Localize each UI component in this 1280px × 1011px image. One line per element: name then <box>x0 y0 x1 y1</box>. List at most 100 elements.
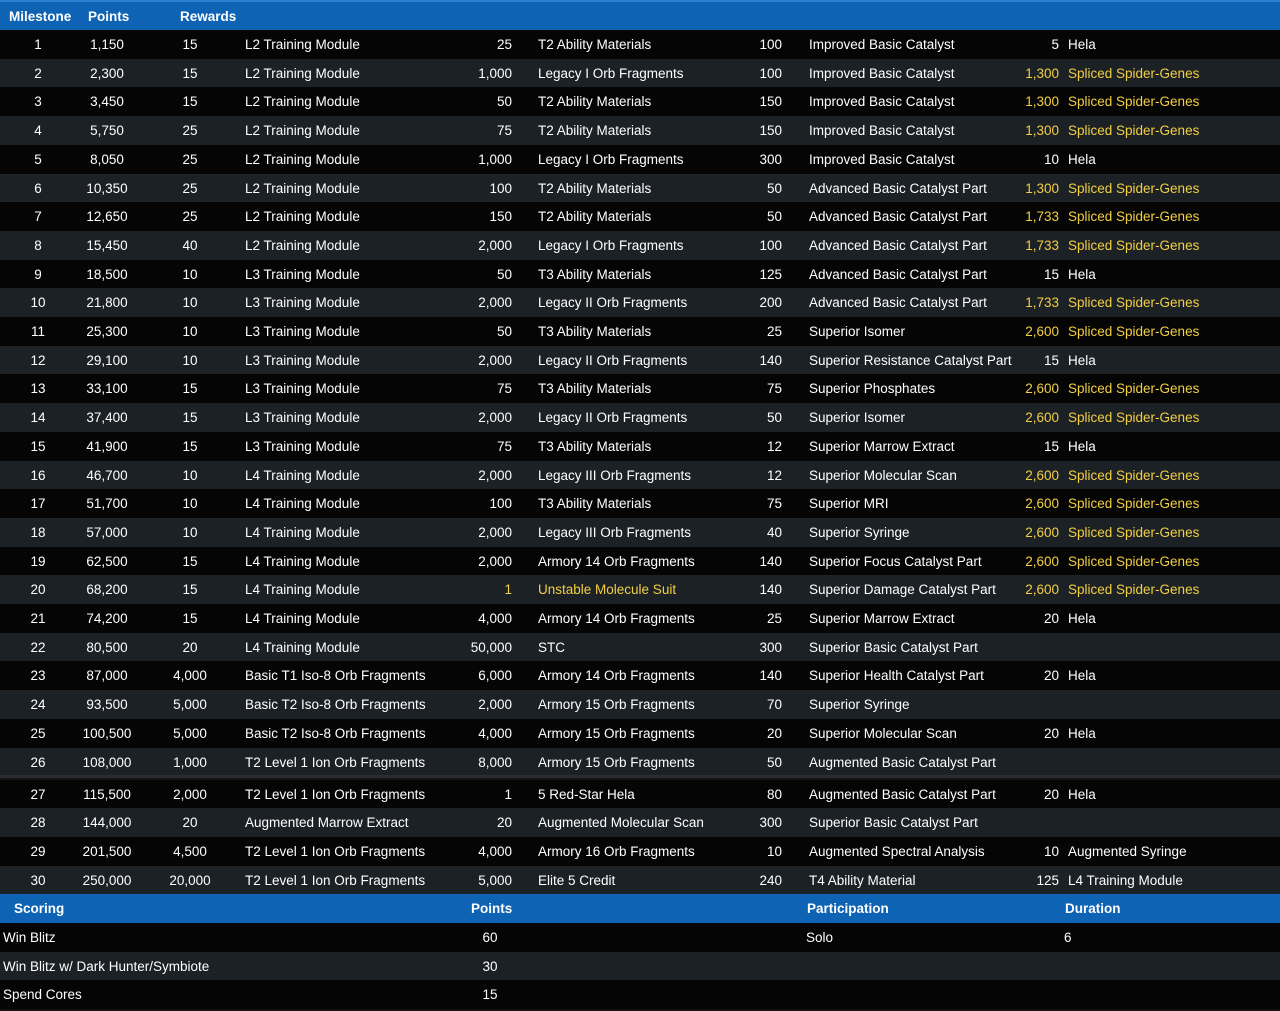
reward4-qty-cell: 20 <box>1043 668 1059 684</box>
reward2-item-cell: Armory 14 Orb Fragments <box>538 553 695 569</box>
reward4-qty-cell: 2,600 <box>1025 524 1059 540</box>
duration-cell: 6 <box>1064 930 1072 945</box>
reward2-item-cell: T2 Ability Materials <box>538 209 652 225</box>
reward2-item-cell: Legacy I Orb Fragments <box>538 237 684 253</box>
reward1-qty-cell: 20,000 <box>169 872 211 888</box>
reward4-qty-cell: 15 <box>1043 266 1059 282</box>
reward4-item-cell: Spliced Spider-Genes <box>1068 237 1200 253</box>
reward1-item-cell: L2 Training Module <box>245 123 360 139</box>
milestone-row: 11 25,300 10 L3 Training Module 50 T3 Ability… <box>0 317 1280 346</box>
scoring-points-column-header: Points <box>471 901 513 916</box>
milestone-row: 25 100,500 5,000 Basic T2 Iso-8 Orb Fragmen… <box>0 718 1280 748</box>
reward2-qty-cell: 50 <box>496 266 512 282</box>
milestone-row: 24 93,500 5,000 Basic T2 Iso-8 Orb Fragment… <box>0 690 1280 720</box>
reward3-item-cell: Superior Molecular Scan <box>809 467 957 483</box>
reward4-qty-cell: 1,300 <box>1025 180 1059 196</box>
reward3-qty-cell: 75 <box>766 496 782 512</box>
reward4-item-cell: Spliced Spider-Genes <box>1068 324 1200 339</box>
reward3-item-cell: Superior Syringe <box>809 697 910 713</box>
reward4-qty-cell: 10 <box>1043 844 1059 860</box>
reward4-item-cell: Spliced Spider-Genes <box>1068 209 1200 225</box>
reward4-qty-cell: 2,600 <box>1025 324 1059 339</box>
reward1-qty-cell: 15 <box>182 65 198 81</box>
reward1-item-cell: L3 Training Module <box>245 324 360 339</box>
reward2-qty-cell: 50 <box>496 324 512 339</box>
milestone-row: 6 10,350 25 L2 Training Module 100 T2 Ability… <box>0 173 1280 203</box>
points-cell: 18,500 <box>86 266 128 282</box>
points-cell: 93,500 <box>86 697 128 713</box>
reward1-item-cell: L4 Training Module <box>245 496 360 512</box>
reward3-item-cell: Improved Basic Catalyst <box>809 123 955 139</box>
reward1-qty-cell: 25 <box>182 209 198 225</box>
reward4-qty-cell: 20 <box>1043 786 1059 802</box>
reward3-item-cell: Superior Health Catalyst Part <box>809 668 984 684</box>
reward4-item-cell: Spliced Spider-Genes <box>1068 524 1200 540</box>
points-cell: 5,750 <box>90 123 124 139</box>
reward3-item-cell: Improved Basic Catalyst <box>809 65 955 81</box>
reward2-qty-cell: 150 <box>489 209 512 225</box>
reward4-item-cell: Spliced Spider-Genes <box>1068 381 1200 397</box>
reward1-item-cell: L4 Training Module <box>245 467 360 483</box>
reward2-qty-cell: 75 <box>496 381 512 397</box>
reward2-qty-cell: 4,000 <box>478 725 512 741</box>
reward1-item-cell: L2 Training Module <box>245 151 360 167</box>
reward1-qty-cell: 20 <box>182 639 198 655</box>
reward4-qty-cell: 1,300 <box>1025 65 1059 81</box>
reward4-qty-cell: 1,733 <box>1025 209 1059 225</box>
milestone-row: 19 62,500 15 L4 Training Module 2,000 Armory … <box>0 546 1280 576</box>
points-column-header: Points <box>88 9 130 24</box>
reward1-item-cell: L3 Training Module <box>245 410 360 426</box>
reward4-item-cell: Spliced Spider-Genes <box>1068 295 1200 311</box>
milestone-cell: 1 <box>34 37 42 52</box>
scoring-table-header: Scoring Points Participation Duration <box>0 894 1280 923</box>
reward3-qty-cell: 100 <box>759 37 782 52</box>
points-cell: 68,200 <box>86 582 128 598</box>
reward4-qty-cell: 2,600 <box>1025 467 1059 483</box>
reward3-qty-cell: 50 <box>766 209 782 225</box>
reward2-item-cell: T3 Ability Materials <box>538 438 652 454</box>
reward3-item-cell: Advanced Basic Catalyst Part <box>809 266 987 282</box>
milestone-row: 5 8,050 25 L2 Training Module 1,000 Legacy I … <box>0 144 1280 174</box>
points-cell: 33,100 <box>86 381 128 397</box>
reward1-item-cell: L2 Training Module <box>245 209 360 225</box>
reward3-item-cell: Advanced Basic Catalyst Part <box>809 295 987 311</box>
scoring-row: Win Blitz w/ Dark Hunter/Symbiote 30 <box>0 951 1280 981</box>
milestone-row: 8 15,450 40 L2 Training Module 2,000 Legacy I… <box>0 230 1280 260</box>
reward3-item-cell: Improved Basic Catalyst <box>809 151 955 167</box>
reward4-item-cell: Augmented Syringe <box>1068 844 1187 860</box>
reward4-qty-cell: 1,733 <box>1025 237 1059 253</box>
reward3-qty-cell: 140 <box>759 582 782 598</box>
points-cell: 41,900 <box>86 438 128 454</box>
milestone-cell: 10 <box>30 295 46 311</box>
reward3-item-cell: Superior Resistance Catalyst Part <box>809 352 1012 368</box>
reward4-qty-cell: 1,300 <box>1025 123 1059 139</box>
reward1-qty-cell: 2,000 <box>173 786 207 802</box>
reward2-qty-cell: 1 <box>504 786 512 802</box>
reward3-item-cell: Superior Basic Catalyst Part <box>809 639 978 655</box>
reward1-item-cell: L4 Training Module <box>245 639 360 655</box>
reward4-qty-cell: 2,600 <box>1025 381 1059 397</box>
milestone-row: 23 87,000 4,000 Basic T1 Iso-8 Orb Fragment… <box>0 661 1280 691</box>
reward3-qty-cell: 100 <box>759 237 782 253</box>
reward2-item-cell: T2 Ability Materials <box>538 123 652 139</box>
reward2-qty-cell: 2,000 <box>478 410 512 426</box>
reward3-item-cell: Improved Basic Catalyst <box>809 37 955 52</box>
milestone-cell: 8 <box>34 237 42 253</box>
points-cell: 8,050 <box>90 151 124 167</box>
milestone-row: 30 250,000 20,000 T2 Level 1 Ion Orb Fragme… <box>0 865 1280 895</box>
reward4-item-cell: Hela <box>1068 266 1096 282</box>
reward1-qty-cell: 10 <box>182 496 198 512</box>
reward2-qty-cell: 1,000 <box>478 65 512 81</box>
reward3-item-cell: Advanced Basic Catalyst Part <box>809 237 987 253</box>
reward3-qty-cell: 10 <box>766 844 782 860</box>
milestone-cell: 16 <box>30 467 46 483</box>
reward2-qty-cell: 2,000 <box>478 697 512 713</box>
points-cell: 29,100 <box>86 352 128 368</box>
reward2-item-cell: Legacy II Orb Fragments <box>538 295 688 311</box>
reward3-item-cell: Improved Basic Catalyst <box>809 94 955 110</box>
reward4-item-cell: Spliced Spider-Genes <box>1068 553 1200 569</box>
reward2-item-cell: Unstable Molecule Suit <box>538 582 677 598</box>
row-separator <box>0 775 1280 778</box>
points-cell: 57,000 <box>86 524 128 540</box>
points-cell: 100,500 <box>82 725 132 741</box>
